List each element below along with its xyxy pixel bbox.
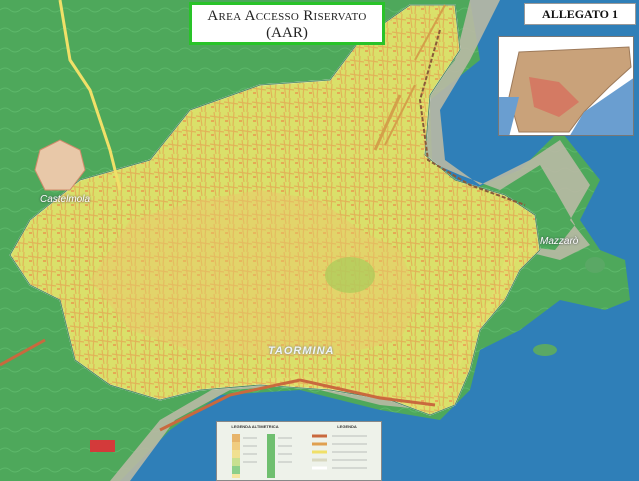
park-patch	[325, 257, 375, 293]
place-taormina: TAORMINA	[268, 345, 335, 357]
title-box: Area Accesso Riservato (AAR)	[189, 2, 385, 45]
inset-map	[498, 36, 634, 136]
title-line-1: Area Accesso Riservato	[207, 8, 367, 24]
allegato-label: ALLEGATO 1	[524, 3, 636, 25]
map-canvas: Area Accesso Riservato (AAR) ALLEGATO 1 …	[0, 0, 639, 481]
map-legend: LEGENDA ALTIMETRICA LEGENDA	[216, 421, 382, 481]
inset-map-graphic	[499, 37, 633, 135]
station-building	[90, 440, 115, 452]
place-castelmola: Castelmola	[40, 194, 91, 205]
legend-graphic	[232, 434, 367, 478]
title-line-2: (AAR)	[266, 25, 308, 41]
isola-bella	[533, 344, 557, 356]
place-mazzaro: Mazzarò	[540, 236, 579, 247]
